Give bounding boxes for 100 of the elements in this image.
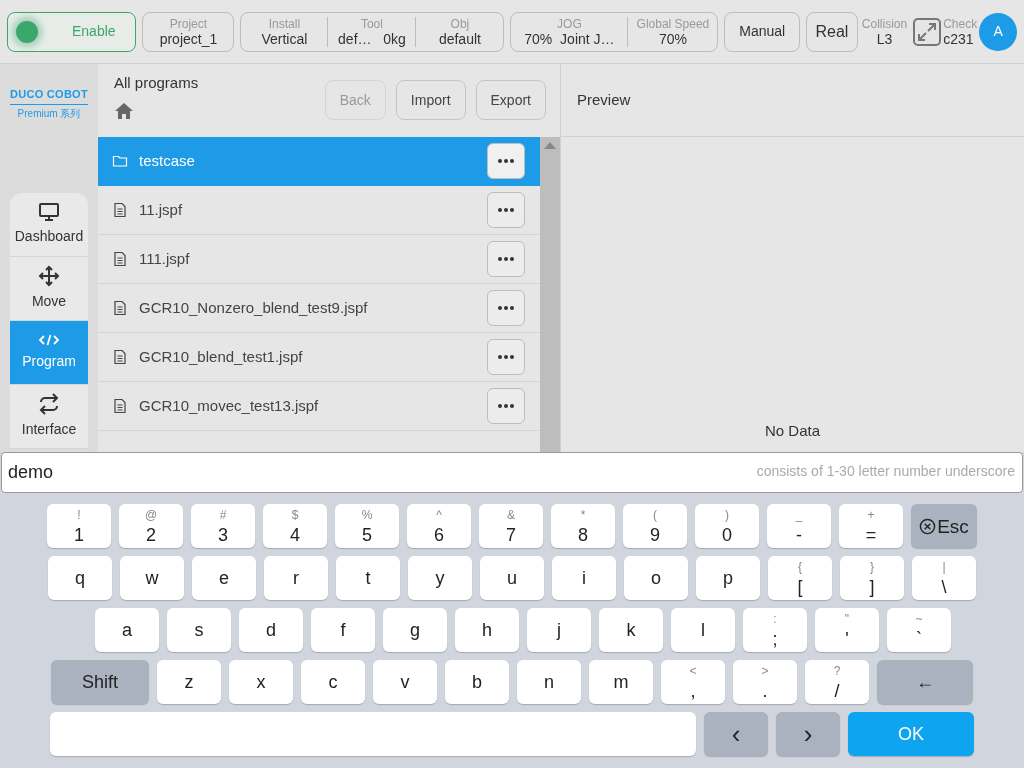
- keyboard-key[interactable]: { [: [768, 556, 832, 600]
- backspace-key[interactable]: ←: [877, 660, 973, 704]
- shift-symbol: ": [844, 612, 850, 625]
- nav-item[interactable]: Interface: [10, 384, 88, 449]
- keyboard-key[interactable]: r: [264, 556, 328, 600]
- keyboard-key[interactable]: ! 1: [47, 504, 111, 548]
- scrollbar[interactable]: [540, 137, 560, 452]
- keyboard-key[interactable]: m: [589, 660, 653, 704]
- keyboard-key[interactable]: ) 0: [695, 504, 759, 548]
- keyboard-key[interactable]: : ;: [743, 608, 807, 652]
- keyboard-key[interactable]: " ': [815, 608, 879, 652]
- keyboard-key[interactable]: l: [671, 608, 735, 652]
- keyboard-key[interactable]: # 3: [191, 504, 255, 548]
- field-value: def… 0kg: [338, 31, 406, 47]
- keyboard-key[interactable]: ? /: [805, 660, 869, 704]
- keyboard-key[interactable]: | \: [912, 556, 976, 600]
- home-icon[interactable]: [114, 100, 134, 121]
- document-icon: [112, 251, 128, 267]
- keyboard-key[interactable]: y: [408, 556, 472, 600]
- keyboard-key[interactable]: s: [167, 608, 231, 652]
- folder-icon: [112, 153, 128, 169]
- key-label: ;: [772, 629, 778, 648]
- more-button[interactable]: [487, 192, 525, 228]
- escape-key[interactable]: Esc: [911, 504, 977, 548]
- keyboard-key[interactable]: k: [599, 608, 663, 652]
- more-dots-icon: [496, 305, 516, 311]
- more-dots-icon: [496, 403, 516, 409]
- file-row[interactable]: 11.jspf: [98, 186, 540, 235]
- mode-button[interactable]: Manual: [724, 11, 801, 52]
- keyboard-key[interactable]: + =: [839, 504, 903, 548]
- key-label: 1: [74, 525, 84, 544]
- keyboard-key[interactable]: e: [192, 556, 256, 600]
- keyboard-key[interactable]: x: [229, 660, 293, 704]
- keyboard-key[interactable]: p: [696, 556, 760, 600]
- key-label: `: [916, 629, 922, 648]
- nav-item[interactable]: Dashboard: [10, 192, 88, 257]
- field-value: Vertical: [261, 31, 308, 47]
- more-button[interactable]: [487, 241, 525, 277]
- arrow-key[interactable]: ›: [776, 712, 840, 756]
- file-row[interactable]: GCR10_movec_test13.jspf: [98, 382, 540, 431]
- shift-symbol: (: [653, 508, 657, 521]
- file-row[interactable]: GCR10_blend_test1.jspf: [98, 333, 540, 382]
- keyboard-key[interactable]: c: [301, 660, 365, 704]
- shift-symbol: ): [725, 508, 729, 521]
- keyboard-key[interactable]: a: [95, 608, 159, 652]
- field-label: Global Speed: [636, 16, 710, 32]
- shift-key[interactable]: Shift: [51, 660, 149, 704]
- field-value: project_1: [159, 31, 218, 47]
- keyboard-key[interactable]: o: [624, 556, 688, 600]
- key-label: 6: [434, 525, 444, 544]
- keyboard-key[interactable]: z: [157, 660, 221, 704]
- keyboard-key[interactable]: * 8: [551, 504, 615, 548]
- field-label: Install: [268, 16, 301, 32]
- keyboard-key[interactable]: b: [445, 660, 509, 704]
- key-label: .: [762, 681, 768, 700]
- toolbar-button[interactable]: Export: [475, 80, 546, 120]
- keyboard-key[interactable]: } ]: [840, 556, 904, 600]
- keyboard-key[interactable]: j: [527, 608, 591, 652]
- shift-symbol: $: [291, 508, 299, 521]
- keyboard-key[interactable]: n: [517, 660, 581, 704]
- keyboard-key[interactable]: d: [239, 608, 303, 652]
- keyboard-key[interactable]: % 5: [335, 504, 399, 548]
- arrow-key[interactable]: ‹: [704, 712, 768, 756]
- nav-item[interactable]: Move: [10, 256, 88, 321]
- keyboard-key[interactable]: i: [552, 556, 616, 600]
- expand-icon[interactable]: [913, 17, 942, 46]
- more-button[interactable]: [487, 339, 525, 375]
- toolbar-button[interactable]: Import: [395, 80, 466, 120]
- keyboard-key[interactable]: ^ 6: [407, 504, 471, 548]
- shift-symbol: _: [795, 508, 803, 521]
- close-icon: [919, 517, 937, 535]
- file-name: 11.jspf: [139, 199, 184, 220]
- field-value: default: [438, 31, 481, 47]
- keyboard-key[interactable]: g: [383, 608, 447, 652]
- keyboard-key[interactable]: t: [336, 556, 400, 600]
- keyboard-key[interactable]: v: [373, 660, 437, 704]
- key-label: /: [834, 681, 840, 700]
- file-name: GCR10_Nonzero_blend_test9.jspf: [139, 297, 369, 318]
- keyboard-key[interactable]: $ 4: [263, 504, 327, 548]
- more-button[interactable]: [487, 388, 525, 424]
- keyboard-key[interactable]: & 7: [479, 504, 543, 548]
- file-row[interactable]: GCR10_Nonzero_blend_test9.jspf: [98, 284, 540, 333]
- keyboard-key[interactable]: ~ `: [887, 608, 951, 652]
- more-button[interactable]: [487, 290, 525, 326]
- more-button[interactable]: [487, 143, 525, 179]
- real-button[interactable]: Real: [806, 11, 858, 52]
- keyboard-key[interactable]: w: [120, 556, 184, 600]
- keyboard-key[interactable]: ( 9: [623, 504, 687, 548]
- field-value: L3: [876, 31, 893, 47]
- key-label: \: [941, 577, 947, 596]
- keyboard-key[interactable]: u: [480, 556, 544, 600]
- keyboard-key[interactable]: @ 2: [119, 504, 183, 548]
- keyboard-key[interactable]: h: [455, 608, 519, 652]
- keyboard-key[interactable]: f: [311, 608, 375, 652]
- keyboard-key[interactable]: _ -: [767, 504, 831, 548]
- keyboard-key[interactable]: q: [48, 556, 112, 600]
- keyboard-key[interactable]: < ,: [661, 660, 725, 704]
- keyboard-key[interactable]: > .: [733, 660, 797, 704]
- file-row[interactable]: 111.jspf: [98, 235, 540, 284]
- shift-symbol: +: [867, 508, 875, 521]
